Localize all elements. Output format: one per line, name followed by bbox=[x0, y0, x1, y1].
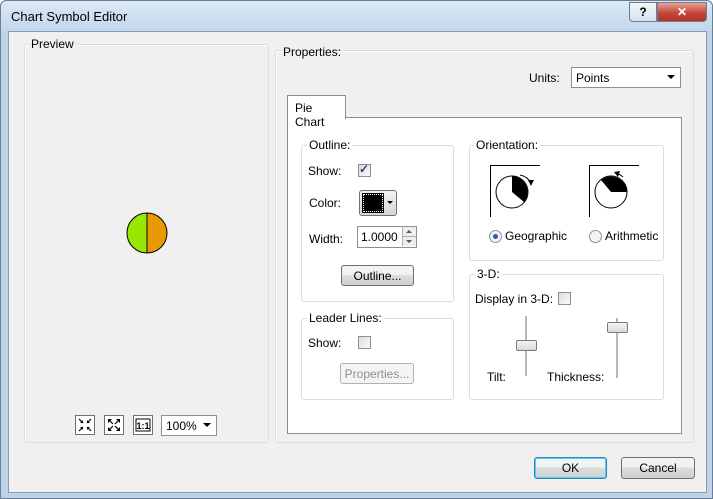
geographic-label: Geographic bbox=[505, 229, 568, 243]
outline-width-label: Width: bbox=[309, 232, 344, 246]
zoom-out-icon[interactable] bbox=[104, 415, 124, 435]
preview-label: Preview bbox=[29, 37, 76, 51]
properties-label: Properties: bbox=[283, 45, 342, 59]
tab-pie-chart-label: Pie Chart bbox=[295, 101, 325, 129]
outline-width-stepper[interactable]: 1.0000 bbox=[357, 226, 417, 248]
leader-properties-button-label: Properties... bbox=[344, 366, 410, 381]
outline-width-value: 1.0000 bbox=[361, 230, 398, 244]
tilt-label: Tilt: bbox=[487, 370, 506, 384]
svg-text:1:1: 1:1 bbox=[136, 421, 149, 431]
actual-size-icon[interactable]: 1:1 bbox=[133, 415, 153, 435]
pie-slice-left bbox=[126, 212, 148, 254]
three-d-group-label: 3-D: bbox=[475, 267, 502, 281]
units-value: Points bbox=[576, 71, 610, 85]
arithmetic-orientation-icon bbox=[589, 165, 639, 220]
outline-show-label: Show: bbox=[308, 164, 342, 178]
window-title: Chart Symbol Editor bbox=[11, 9, 128, 24]
ok-button-label: OK bbox=[561, 461, 580, 475]
close-button[interactable]: ✕ bbox=[657, 2, 707, 22]
orientation-group-label: Orientation: bbox=[474, 138, 541, 152]
color-swatch bbox=[362, 193, 384, 213]
outline-button[interactable]: Outline... bbox=[341, 265, 414, 286]
zoom-select[interactable]: 100% bbox=[161, 415, 217, 436]
leader-show-checkbox[interactable] bbox=[358, 336, 371, 349]
pie-slice-right bbox=[146, 212, 168, 254]
tab-pie-chart[interactable]: Pie Chart bbox=[287, 95, 346, 129]
leader-properties-button[interactable]: Properties... bbox=[340, 363, 414, 384]
pie-preview bbox=[125, 211, 169, 258]
units-select[interactable]: Points bbox=[571, 67, 681, 88]
geographic-radio[interactable] bbox=[489, 230, 502, 243]
outline-color-picker[interactable] bbox=[359, 190, 397, 216]
help-button[interactable]: ? bbox=[629, 2, 657, 22]
outline-button-label: Outline... bbox=[353, 268, 402, 283]
outline-group-label: Outline: bbox=[307, 138, 353, 152]
display-3d-label: Display in 3-D: bbox=[475, 292, 554, 306]
ok-button[interactable]: OK bbox=[534, 457, 607, 479]
zoom-in-icon[interactable] bbox=[75, 415, 95, 435]
chevron-down-icon bbox=[203, 423, 211, 427]
leader-lines-group-label: Leader Lines: bbox=[307, 311, 384, 325]
display-3d-checkbox[interactable] bbox=[558, 292, 571, 305]
units-label: Units: bbox=[529, 71, 560, 85]
arithmetic-label: Arithmetic bbox=[605, 229, 659, 243]
thickness-slider[interactable] bbox=[607, 322, 628, 333]
outline-show-checkbox[interactable] bbox=[358, 162, 371, 177]
thickness-label: Thickness: bbox=[547, 370, 605, 384]
title-bar[interactable]: Chart Symbol Editor ? ✕ bbox=[1, 1, 712, 31]
help-icon: ? bbox=[639, 5, 647, 19]
outline-color-label: Color: bbox=[309, 196, 342, 210]
zoom-value: 100% bbox=[166, 419, 197, 433]
dialog-client-area: Preview 1:1 100% Properties: Units: Poin… bbox=[8, 31, 707, 493]
chevron-down-icon bbox=[387, 201, 393, 204]
arithmetic-radio[interactable] bbox=[589, 230, 602, 243]
tilt-slider[interactable] bbox=[516, 340, 537, 351]
leader-show-label: Show: bbox=[308, 336, 342, 350]
dialog-window: Chart Symbol Editor ? ✕ Preview 1:1 100% bbox=[0, 0, 713, 499]
geographic-orientation-icon bbox=[490, 165, 540, 220]
leader-lines-group bbox=[301, 318, 454, 400]
cancel-button[interactable]: Cancel bbox=[621, 457, 695, 479]
spin-up-icon[interactable] bbox=[402, 227, 416, 237]
cancel-button-label: Cancel bbox=[639, 461, 677, 475]
close-icon: ✕ bbox=[676, 5, 688, 19]
chevron-down-icon bbox=[667, 75, 675, 79]
spin-down-icon[interactable] bbox=[402, 237, 416, 246]
